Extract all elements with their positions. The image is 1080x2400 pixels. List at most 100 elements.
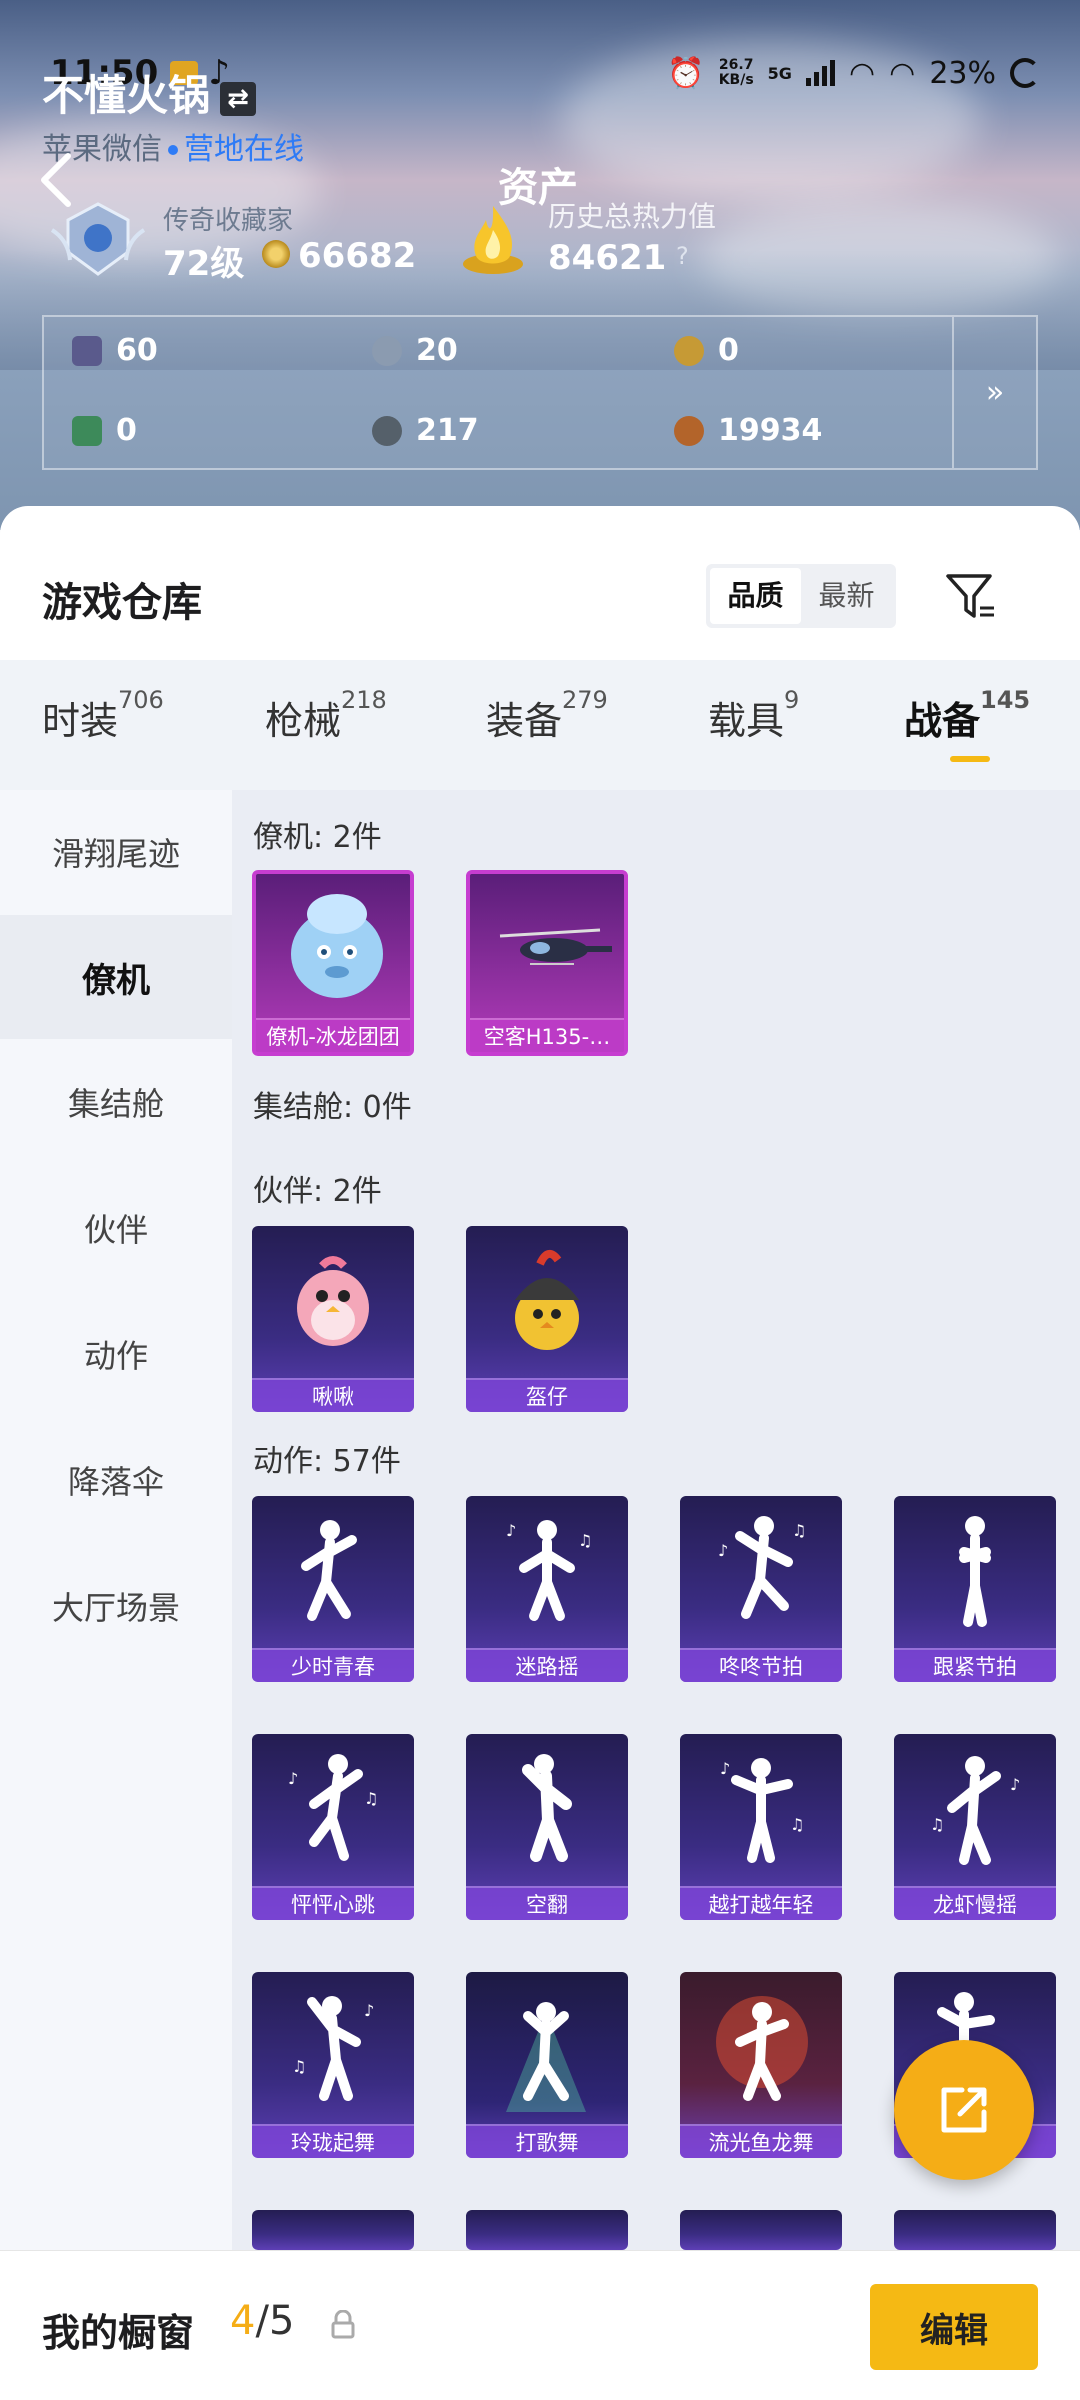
flame-icon [463,206,523,274]
emote-card[interactable]: ♪ ♫ 越打越年轻 [680,1734,842,1920]
card-icon [72,335,102,366]
item-label: 迷路摇 [466,1648,628,1682]
helicopter-icon [499,928,612,965]
wifi-icon: ◠ [848,55,876,91]
sidebar-item-capsule[interactable]: 集结舱 [0,1040,232,1164]
svg-text:♪: ♪ [720,1759,730,1778]
emote-card[interactable]: 少时青春 [252,1496,414,1682]
dancer-icon [301,1520,357,1621]
heat-label: 历史总热力值 [548,200,717,233]
silver-coin-icon [372,335,402,366]
dragon-dancer-icon [716,1996,808,2101]
item-label: 僚机-冰龙团团 [256,1018,410,1052]
svg-text:♫: ♫ [792,1521,806,1540]
online-dot-icon [168,145,178,155]
stat-item: 0 [72,413,137,448]
emote-card[interactable]: 空翻 [466,1734,628,1920]
emote-card[interactable]: ♪ ♫ 龙虾慢摇 [894,1734,1056,1920]
external-link-icon [941,2087,987,2133]
item-label: 空客H135-… [470,1018,624,1052]
edit-button[interactable]: 编辑 [870,2284,1038,2370]
lock-icon [331,2310,355,2339]
tab-count: 279 [562,686,608,714]
showcase-total: 5 [268,2298,295,2344]
sidebar-item-lobby-scene[interactable]: 大厅场景 [0,1544,232,1668]
stat-item: 0 [674,333,739,368]
dancer-icon: ♪♫ [288,1754,378,1861]
tab-label: 时装 [42,699,119,743]
tab-weapons[interactable]: 枪械218 [265,686,387,745]
pink-bird-icon [297,1256,369,1346]
stat-value: 0 [116,413,137,448]
battery-percent: 23% [929,55,996,91]
share-button[interactable] [894,2040,1034,2180]
item-card[interactable]: 空客H135-… [466,870,628,1056]
filter-icon[interactable] [944,570,998,624]
sort-quality-button[interactable]: 品质 [710,568,801,624]
svg-text:♪: ♪ [364,2001,374,2020]
sidebar-item-wingman[interactable]: 僚机 [0,915,232,1039]
warehouse-title: 游戏仓库 [42,580,202,626]
sidebar-item-emote[interactable]: 动作 [0,1292,232,1416]
more-stats-icon[interactable]: » [952,317,1036,468]
sidebar-item-partner[interactable]: 伙伴 [0,1166,232,1290]
tab-label: 战备 [904,699,981,743]
tab-label: 装备 [486,699,563,743]
emote-card[interactable]: 打歌舞 [466,1972,628,2158]
tab-label: 枪械 [265,699,342,743]
svg-text:♪: ♪ [1010,1775,1020,1794]
svg-text:♫: ♫ [930,1815,944,1834]
item-card[interactable]: 啾啾 [252,1226,414,1412]
item-label: 流光鱼龙舞 [680,2124,842,2158]
tab-vehicles[interactable]: 载具9 [708,686,799,745]
showcase-current: 4 [230,2298,256,2344]
help-icon[interactable]: ? [676,242,689,270]
emote-card[interactable]: ♪ ♫ 玲珑起舞 [252,1972,414,2158]
signal-icon [805,60,835,86]
tab-fashion[interactable]: 时装706 [42,686,164,745]
section-title-wingman: 僚机: 2件 [253,820,382,855]
stat-item: 20 [372,333,458,368]
tab-equipment[interactable]: 装备279 [486,686,608,745]
dancer-icon: ♪♫ [718,1516,806,1619]
item-label: 咚咚节拍 [680,1648,842,1682]
sidebar-item-parachute[interactable]: 降落伞 [0,1418,232,1542]
item-label: 跟紧节拍 [894,1648,1056,1682]
dancer-icon [959,1516,991,1627]
emote-card[interactable] [894,2210,1056,2250]
sort-newest-button[interactable]: 最新 [801,568,892,624]
emote-card[interactable] [466,2210,628,2250]
battery-icon [1010,58,1040,88]
svg-text:♪: ♪ [288,1769,298,1788]
showcase-label: 我的橱窗 [42,2311,195,2355]
switch-account-icon[interactable]: ⇄ [220,81,257,116]
emote-card[interactable]: ♪ ♫ 怦怦心跳 [252,1734,414,1920]
dancer-icon: ♪♫ [930,1756,1020,1865]
item-label: 打歌舞 [466,2124,628,2158]
item-label: 啾啾 [252,1378,414,1412]
orb-icon [372,415,402,446]
dancer-icon: ♪♫ [506,1520,592,1621]
ice-dragon-icon [291,894,383,998]
emote-card[interactable]: 跟紧节拍 [894,1496,1056,1682]
item-card[interactable]: 盔仔 [466,1226,628,1412]
green-card-icon [72,415,102,446]
tab-count: 706 [118,686,164,714]
emote-card[interactable]: ♪ ♫ 咚咚节拍 [680,1496,842,1682]
emote-card[interactable]: 流光鱼龙舞 [680,1972,842,2158]
emote-card[interactable] [680,2210,842,2250]
emote-card[interactable]: ♪ ♫ 迷路摇 [466,1496,628,1682]
coin-amount: 66682 [298,236,417,276]
stat-value: 60 [116,333,158,368]
stat-item: 19934 [674,413,822,448]
rank-badge-icon [50,202,146,276]
item-card[interactable]: 僚机-冰龙团团 [252,870,414,1056]
sidebar-item-glide-trail[interactable]: 滑翔尾迹 [0,790,232,914]
currency-stats-panel: » [42,315,1038,470]
emote-card[interactable] [252,2210,414,2250]
net-speed-unit: KB/s [718,72,754,88]
tab-battle-prep[interactable]: 战备145 [904,686,1030,745]
stat-item: 217 [372,413,479,448]
item-label: 空翻 [466,1886,628,1920]
stat-value: 217 [416,413,479,448]
